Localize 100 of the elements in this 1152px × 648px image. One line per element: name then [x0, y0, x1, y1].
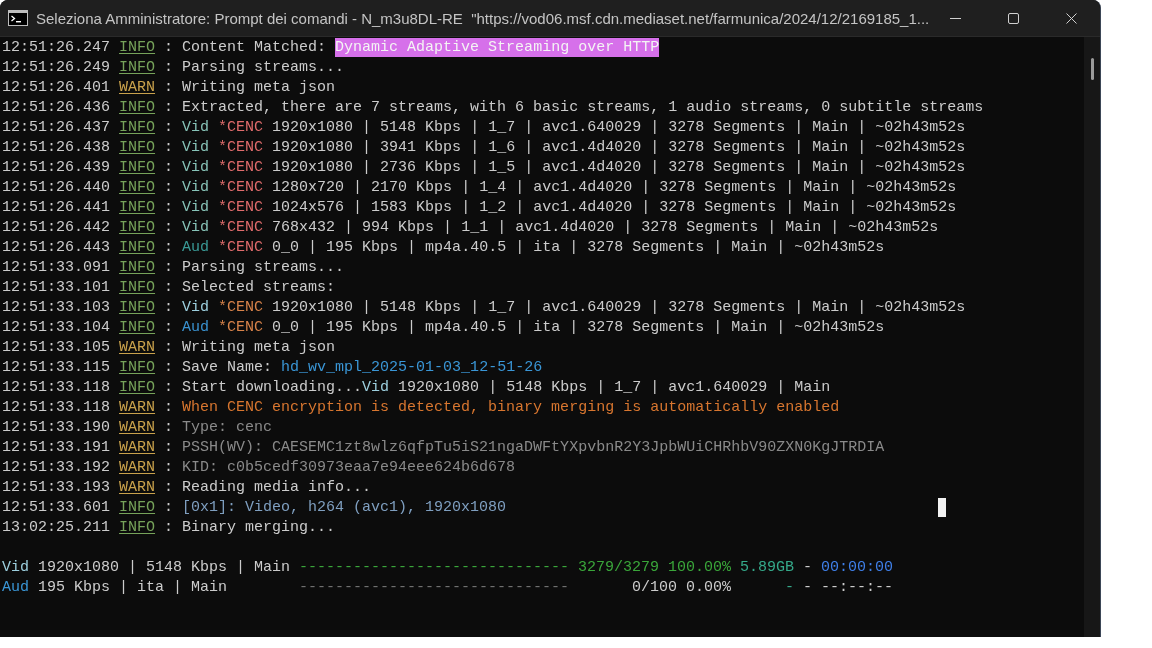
log-level-label: WARN [119, 78, 156, 98]
log-timestamp: 12:51:33.118 [2, 378, 111, 398]
log-level-label: INFO [119, 278, 156, 298]
log-separator: : [164, 118, 174, 138]
log-level-label: INFO [119, 98, 156, 118]
log-message: Vid *CENC 1280x720 | 2170 Kbps | 1_4 | avc1.4d4020 | 3278 Segments | Main | ~02h43m52s [182, 178, 957, 198]
log-message: Parsing streams... [182, 258, 345, 278]
log-level-label: INFO [119, 358, 156, 378]
log-separator: : [164, 498, 174, 518]
log-separator: : [164, 378, 174, 398]
log-timestamp: 12:51:33.190 [2, 418, 111, 438]
log-level-label: INFO [119, 498, 156, 518]
log-message: KID: c0b5cedf30973eaa7e94eee624b6d678 [182, 458, 516, 478]
log-level-label: INFO [119, 218, 156, 238]
log-separator: : [164, 218, 174, 238]
log-timestamp: 12:51:33.103 [2, 298, 111, 318]
log-separator: : [164, 138, 174, 158]
log-timestamp: 12:51:33.193 [2, 478, 111, 498]
log-separator: : [164, 438, 174, 458]
time-remaining: --:--:-- [821, 578, 894, 598]
log-timestamp: 13:02:25.211 [2, 518, 111, 538]
log-message: Writing meta json [182, 78, 336, 98]
log-timestamp: 12:51:26.439 [2, 158, 111, 178]
log-message: Save Name: hd_wv_mpl_2025-01-03_12-51-26 [182, 358, 543, 378]
progress-dashes-text: ------------------------------ [299, 578, 570, 598]
log-timestamp: 12:51:33.091 [2, 258, 111, 278]
log-separator: : [164, 178, 174, 198]
log-level-label: WARN [119, 438, 156, 458]
progress-separator: - [803, 578, 813, 598]
log-message: Aud *CENC 0_0 | 195 Kbps | mp4a.40.5 | ita | 3278 Segments | Main | ~02h43m52s [182, 238, 885, 258]
log-separator: : [164, 318, 174, 338]
log-timestamp: 12:51:26.438 [2, 138, 111, 158]
log-message: Reading media info... [182, 478, 372, 498]
log-level-label: INFO [119, 58, 156, 78]
log-level-label: WARN [119, 418, 156, 438]
log-message: PSSH(WV): CAESEMC1zt8wlz6qfpTu5iS21ngaDWFtYXpvbnR2Y3JpbWUiCHRhbV90ZXN0KgJTRDIA [182, 438, 885, 458]
log-separator: : [164, 398, 174, 418]
log-separator: : [164, 158, 174, 178]
log-timestamp: 12:51:26.440 [2, 178, 111, 198]
log-timestamp: 12:51:33.115 [2, 358, 111, 378]
log-separator: : [164, 198, 174, 218]
log-message: Aud *CENC 0_0 | 195 Kbps | mp4a.40.5 | ita | 3278 Segments | Main | ~02h43m52s [182, 318, 885, 338]
stream-label: Aud 195 Kbps | ita | Main [2, 578, 229, 598]
log-level-label: INFO [119, 298, 156, 318]
log-separator: : [164, 38, 174, 58]
log-separator: : [164, 518, 174, 538]
log-separator: : [164, 58, 174, 78]
log-timestamp: 12:51:26.442 [2, 218, 111, 238]
log-message: Type: cenc [182, 418, 273, 438]
log-message: Writing meta json [182, 338, 336, 358]
log-message: Vid *CENC 1920x1080 | 2736 Kbps | 1_5 | avc1.4d4020 | 3278 Segments | Main | ~02h43m52s [182, 158, 966, 178]
log-level-label: INFO [119, 138, 156, 158]
progress-percent: 100.00% [668, 558, 732, 578]
log-message: Content Matched: Dynamic Adaptive Streaming over HTTP [182, 38, 660, 58]
window-title: Seleziona Amministratore: Prompt dei comandi - N_m3u8DL-RE "https://vod06.msf.cdn.mediaset.net/farmunica/2024/12/2169185_1... [36, 9, 926, 27]
log-timestamp: 12:51:33.101 [2, 278, 111, 298]
log-message: [0x1]: Video, h264 (avc1), 1920x1080 [182, 498, 507, 518]
log-level-label: INFO [119, 258, 156, 278]
log-message: Vid *CENC 1024x576 | 1583 Kbps | 1_2 | avc1.4d4020 | 3278 Segments | Main | ~02h43m52s [182, 198, 957, 218]
log-timestamp: 12:51:33.105 [2, 338, 111, 358]
log-level-label: INFO [119, 318, 156, 338]
log-message: Vid *CENC 768x432 | 994 Kbps | 1_1 | avc1.4d4020 | 3278 Segments | Main | ~02h43m52s [182, 218, 939, 238]
log-level-label: INFO [119, 158, 156, 178]
log-separator: : [164, 298, 174, 318]
download-size: - [785, 578, 795, 598]
log-level-label: INFO [119, 518, 156, 538]
log-separator: : [164, 258, 174, 278]
log-message: Extracted, there are 7 streams, with 6 basic streams, 1 audio streams, 0 subtitle streams [182, 98, 984, 118]
scrollbar-thumb[interactable] [1091, 58, 1094, 80]
log-timestamp: 12:51:26.247 [2, 38, 111, 58]
download-size: 5.89GB [740, 558, 795, 578]
log-timestamp: 12:51:26.437 [2, 118, 111, 138]
log-separator: : [164, 238, 174, 258]
log-timestamp: 12:51:33.601 [2, 498, 111, 518]
log-timestamp: 12:51:26.249 [2, 58, 111, 78]
log-timestamp: 12:51:26.436 [2, 98, 111, 118]
log-level-label: INFO [119, 178, 156, 198]
progress-dashes-text: ------------------------------ [299, 558, 570, 578]
log-level-label: WARN [119, 398, 156, 418]
command-prompt-icon [8, 10, 28, 26]
log-separator: : [164, 278, 174, 298]
progress-separator: - [803, 558, 813, 578]
log-message: Vid *CENC 1920x1080 | 5148 Kbps | 1_7 | avc1.640029 | 3278 Segments | Main | ~02h43m52s [182, 298, 966, 318]
log-separator: : [164, 418, 174, 438]
log-timestamp: 12:51:26.441 [2, 198, 111, 218]
log-level-label: INFO [119, 38, 156, 58]
close-icon [1065, 12, 1077, 24]
log-timestamp: 12:51:33.192 [2, 458, 111, 478]
log-level-label: WARN [119, 478, 156, 498]
log-timestamp: 12:51:33.104 [2, 318, 111, 338]
log-separator: : [164, 478, 174, 498]
log-timestamp: 12:51:26.401 [2, 78, 111, 98]
maximize-icon [1007, 12, 1019, 24]
log-level-label: WARN [119, 338, 156, 358]
log-message: Selected streams: [182, 278, 336, 298]
log-separator: : [164, 458, 174, 478]
log-message: Binary merging... [182, 518, 336, 538]
log-separator: : [164, 98, 174, 118]
segment-count: 0/100 [632, 578, 678, 598]
log-message: Start downloading...Vid 1920x1080 | 5148 Kbps | 1_7 | avc1.640029 | Main [182, 378, 831, 398]
